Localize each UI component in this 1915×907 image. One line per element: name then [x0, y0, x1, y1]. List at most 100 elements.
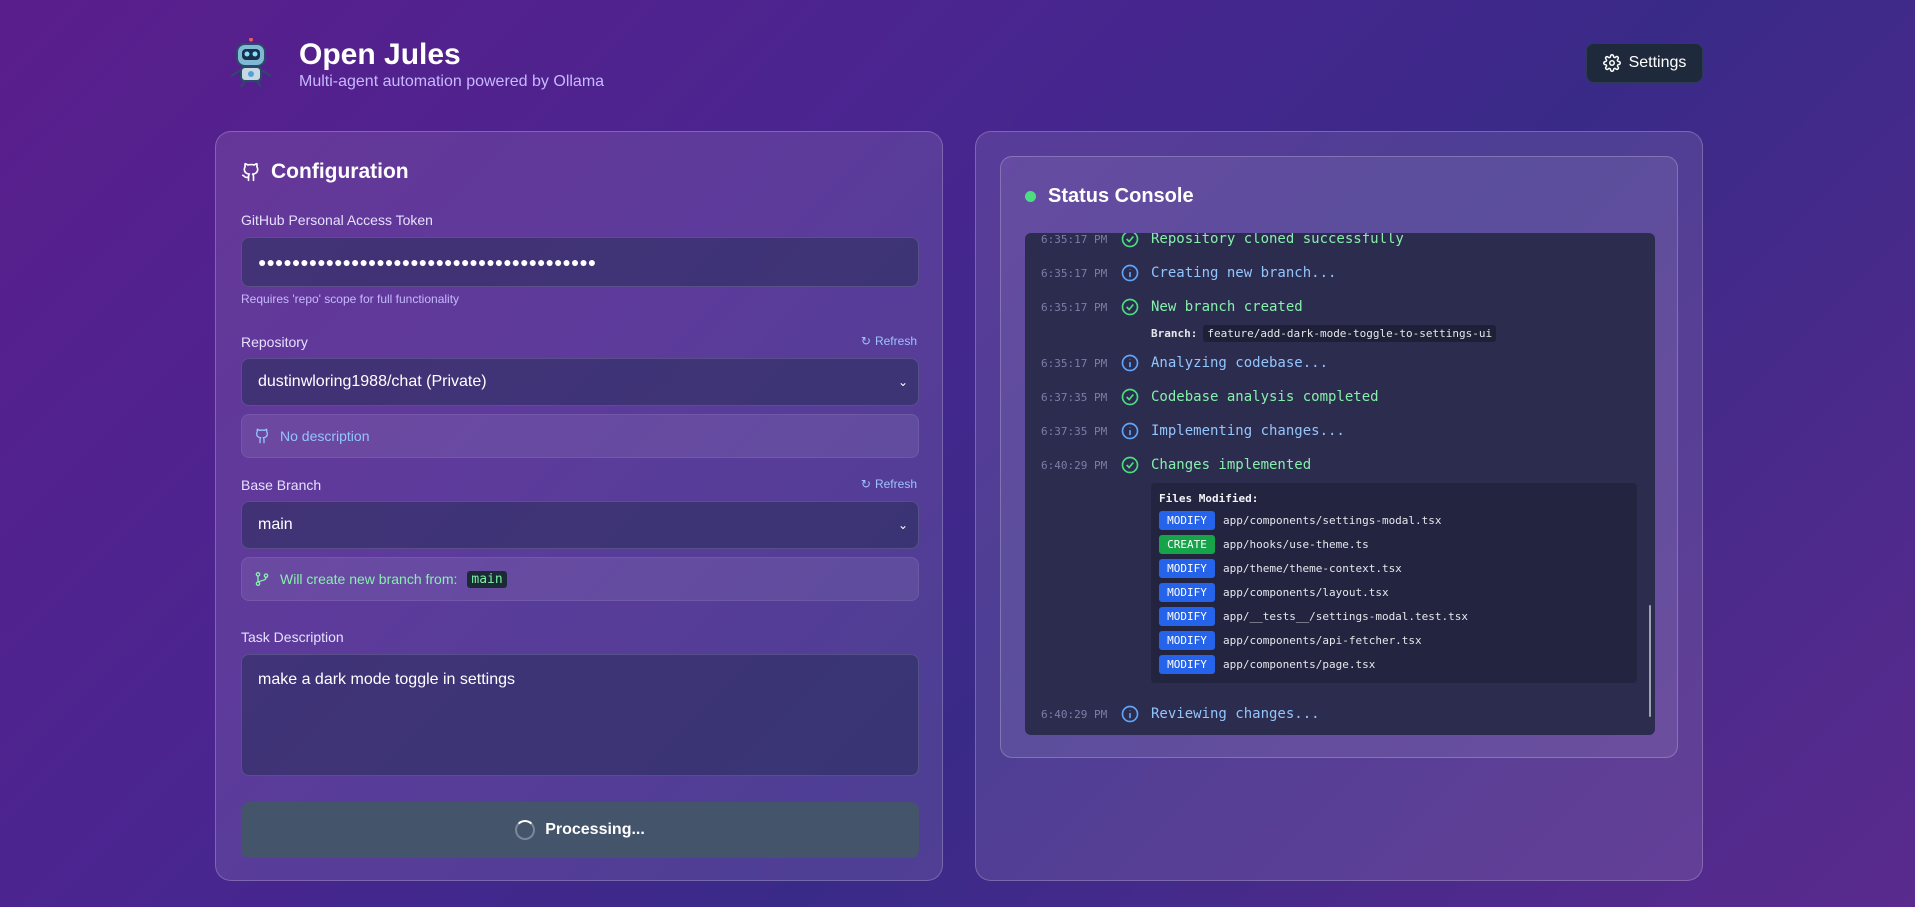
log-timestamp: 6:40:29 PM [1041, 458, 1108, 472]
file-path: app/__tests__/settings-modal.test.tsx [1223, 609, 1469, 623]
log-entry: 6:35:17 PM Analyzing codebase... [1025, 352, 1625, 374]
log-entry: 6:40:29 PM Changes implemented [1025, 454, 1625, 476]
refresh-label: Refresh [874, 334, 917, 348]
chevron-down-icon: ⌄ [897, 375, 908, 389]
file-row: MODIFY app/components/api-fetcher.tsx [1159, 630, 1422, 650]
files-modified-box: Files Modified: MODIFY app/components/se… [1151, 483, 1637, 683]
log-message: Creating new branch... [1151, 265, 1337, 281]
log-scrollbar[interactable] [1649, 605, 1651, 717]
log-message: Implementing changes... [1151, 423, 1345, 439]
robot-logo-icon [225, 37, 277, 88]
file-row: MODIFY app/__tests__/settings-modal.test… [1159, 606, 1468, 626]
token-label: GitHub Personal Access Token [241, 212, 433, 228]
processing-label: Processing... [545, 821, 645, 838]
check-circle-icon [1121, 298, 1139, 316]
refresh-label: Refresh [874, 477, 917, 491]
info-icon [1121, 705, 1139, 723]
file-path: app/components/api-fetcher.tsx [1223, 633, 1422, 647]
token-hint: Requires 'repo' scope for full functiona… [241, 292, 460, 306]
description-text: No description [280, 428, 370, 444]
action-badge: MODIFY [1159, 630, 1215, 650]
action-badge: MODIFY [1159, 654, 1215, 674]
log-timestamp: 6:35:17 PM [1041, 356, 1108, 370]
console-heading: Status Console [1025, 185, 1194, 208]
branch-refresh-button[interactable]: ↻ Refresh [861, 477, 917, 491]
files-title: Files Modified: [1159, 492, 1259, 505]
file-row: MODIFY app/components/settings-modal.tsx [1159, 510, 1442, 530]
log-entry: 6:37:35 PM Codebase analysis completed [1025, 386, 1625, 408]
branch-select[interactable]: main ⌄ [241, 501, 919, 549]
file-row: MODIFY app/theme/theme-context.tsx [1159, 558, 1402, 578]
app-title: Open Jules [299, 38, 461, 71]
task-label: Task Description [241, 629, 344, 645]
repository-refresh-button[interactable]: ↻ Refresh [861, 334, 917, 348]
log-entry: 6:40:29 PM Reviewing changes... [1025, 703, 1625, 725]
file-path: app/components/settings-modal.tsx [1223, 513, 1442, 527]
action-badge: MODIFY [1159, 606, 1215, 626]
log-entry: 6:35:17 PM Repository cloned successfull… [1025, 233, 1625, 250]
log-timestamp: 6:40:29 PM [1041, 707, 1108, 721]
git-branch-icon [255, 572, 269, 586]
log-message: New branch created [1151, 299, 1303, 315]
log-message: Reviewing changes... [1151, 706, 1320, 722]
branch-detail-label: Branch: [1151, 327, 1198, 340]
check-circle-icon [1121, 456, 1139, 474]
branch-note: Will create new branch from: main [241, 557, 919, 601]
file-row: CREATE app/hooks/use-theme.ts [1159, 534, 1369, 554]
configuration-heading: Configuration [241, 160, 409, 184]
repository-description: No description [241, 414, 919, 458]
log-output[interactable]: 6:35:17 PM Repository cloned successfull… [1025, 233, 1655, 735]
repository-select[interactable]: dustinwloring1988/chat (Private) ⌄ [241, 358, 919, 406]
check-circle-icon [1121, 233, 1139, 248]
log-timestamp: 6:37:35 PM [1041, 424, 1108, 438]
configuration-panel: Configuration GitHub Personal Access Tok… [215, 131, 943, 881]
refresh-icon: ↻ [860, 477, 871, 491]
log-entry: 6:35:17 PM Creating new branch... [1025, 262, 1625, 284]
console-title: Status Console [1048, 185, 1194, 207]
branch-detail: Branch: feature/add-dark-mode-toggle-to-… [1151, 325, 1497, 342]
branch-detail-value: feature/add-dark-mode-toggle-to-settings… [1203, 325, 1497, 342]
repository-label: Repository [241, 334, 308, 350]
processing-button[interactable]: Processing... [241, 802, 919, 858]
status-dot-icon [1025, 191, 1036, 202]
app-header: Open Jules Multi-agent automation powere… [225, 37, 1703, 90]
file-path: app/components/layout.tsx [1223, 585, 1389, 599]
action-badge: MODIFY [1159, 582, 1215, 602]
info-icon [1121, 264, 1139, 282]
branch-note-text: Will create new branch from: [280, 571, 458, 587]
settings-label: Settings [1628, 54, 1687, 71]
log-timestamp: 6:35:17 PM [1041, 300, 1108, 314]
configuration-title: Configuration [271, 160, 409, 183]
log-timestamp: 6:37:35 PM [1041, 390, 1108, 404]
log-message: Codebase analysis completed [1151, 389, 1379, 405]
chevron-down-icon: ⌄ [897, 518, 908, 532]
log-message: Repository cloned successfully [1151, 233, 1404, 247]
file-row: MODIFY app/components/layout.tsx [1159, 582, 1389, 602]
settings-button[interactable]: Settings [1586, 43, 1703, 83]
log-timestamp: 6:35:17 PM [1041, 266, 1108, 280]
github-icon [255, 428, 269, 444]
action-badge: MODIFY [1159, 558, 1215, 578]
file-path: app/hooks/use-theme.ts [1223, 537, 1369, 551]
log-message: Changes implemented [1151, 457, 1312, 473]
file-path: app/components/page.tsx [1223, 657, 1376, 671]
status-panel: Status Console 6:35:17 PM Repository clo… [975, 131, 1703, 881]
check-circle-icon [1121, 388, 1139, 406]
app-subtitle: Multi-agent automation powered by Ollama [299, 73, 605, 90]
task-textarea[interactable]: make a dark mode toggle in settings [241, 654, 919, 776]
file-row: MODIFY app/components/page.tsx [1159, 654, 1375, 674]
base-branch-label: Base Branch [241, 477, 322, 493]
action-badge: MODIFY [1159, 510, 1215, 530]
log-entry: 6:35:17 PM New branch created [1025, 296, 1625, 318]
gear-icon [1602, 54, 1621, 72]
log-entry: 6:37:35 PM Implementing changes... [1025, 420, 1625, 442]
file-path: app/theme/theme-context.tsx [1223, 561, 1402, 575]
token-input[interactable]: ●●●●●●●●●●●●●●●●●●●●●●●●●●●●●●●●●●●●●●●● [241, 237, 919, 287]
branch-value: main [258, 516, 293, 533]
info-icon [1121, 354, 1139, 372]
log-message: Analyzing codebase... [1151, 355, 1329, 371]
log-timestamp: 6:35:17 PM [1041, 233, 1108, 246]
repository-value: dustinwloring1988/chat (Private) [258, 373, 487, 390]
status-console: Status Console 6:35:17 PM Repository clo… [1000, 156, 1678, 758]
branch-note-code: main [467, 570, 507, 588]
